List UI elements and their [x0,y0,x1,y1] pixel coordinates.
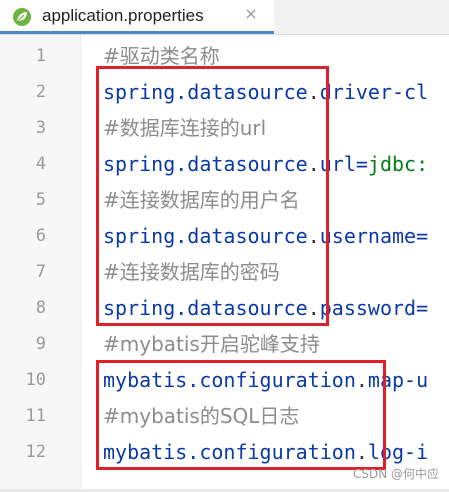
code-line-property: spring.datasource.url=jdbc: [103,152,429,176]
editor-tab-bar: application.properties × [0,0,449,35]
line-number: 8 [35,298,46,318]
code-line-comment: #驱动类名称 [103,44,220,68]
line-number: 9 [35,334,46,354]
property-rest: password= [319,296,429,320]
line-number: 1 [35,46,46,66]
line-number: 3 [35,118,46,138]
property-key: mybatis.configuration [103,368,356,392]
property-key: spring.datasource [103,80,308,104]
line-number: 11 [25,406,46,426]
property-key: spring.datasource [103,224,308,248]
property-rest: username= [319,224,429,248]
property-key: spring.datasource [103,296,308,320]
line-number: 4 [35,154,46,174]
code-line-comment: #数据库连接的url [103,116,267,140]
property-key: spring.datasource [103,152,308,176]
code-line-comment: #连接数据库的用户名 [103,188,300,212]
code-line-property: mybatis.configuration.map-u [103,368,429,392]
property-rest: url= [319,152,368,176]
property-key: mybatis.configuration [103,440,356,464]
line-number: 10 [25,370,46,390]
code-line-comment: #mybatis的SQL日志 [103,404,300,428]
line-number: 2 [35,82,46,102]
close-icon[interactable]: × [242,5,260,23]
code-line-comment: #mybatis开启驼峰支持 [103,332,320,356]
property-rest: map-u [367,368,429,392]
line-number-gutter: 1 2 3 4 5 6 7 8 9 10 11 12 [0,35,81,492]
code-line-comment: #连接数据库的密码 [103,260,280,284]
line-number: 6 [35,226,46,246]
property-rest: log-i [367,440,429,464]
line-number: 7 [35,262,46,282]
line-number: 5 [35,190,46,210]
property-value: jdbc: [367,152,429,176]
tab-title: application.properties [42,6,204,25]
watermark: CSDN @何中应 [352,467,439,481]
tab-application-properties[interactable]: application.properties × [0,0,274,34]
spring-leaf-icon [13,8,31,26]
property-rest: driver-cl [319,80,429,104]
code-line-property: spring.datasource.driver-cl [103,80,429,104]
code-line-property: spring.datasource.password= [103,296,429,320]
code-line-property: spring.datasource.username= [103,224,429,248]
line-number: 12 [25,442,46,462]
